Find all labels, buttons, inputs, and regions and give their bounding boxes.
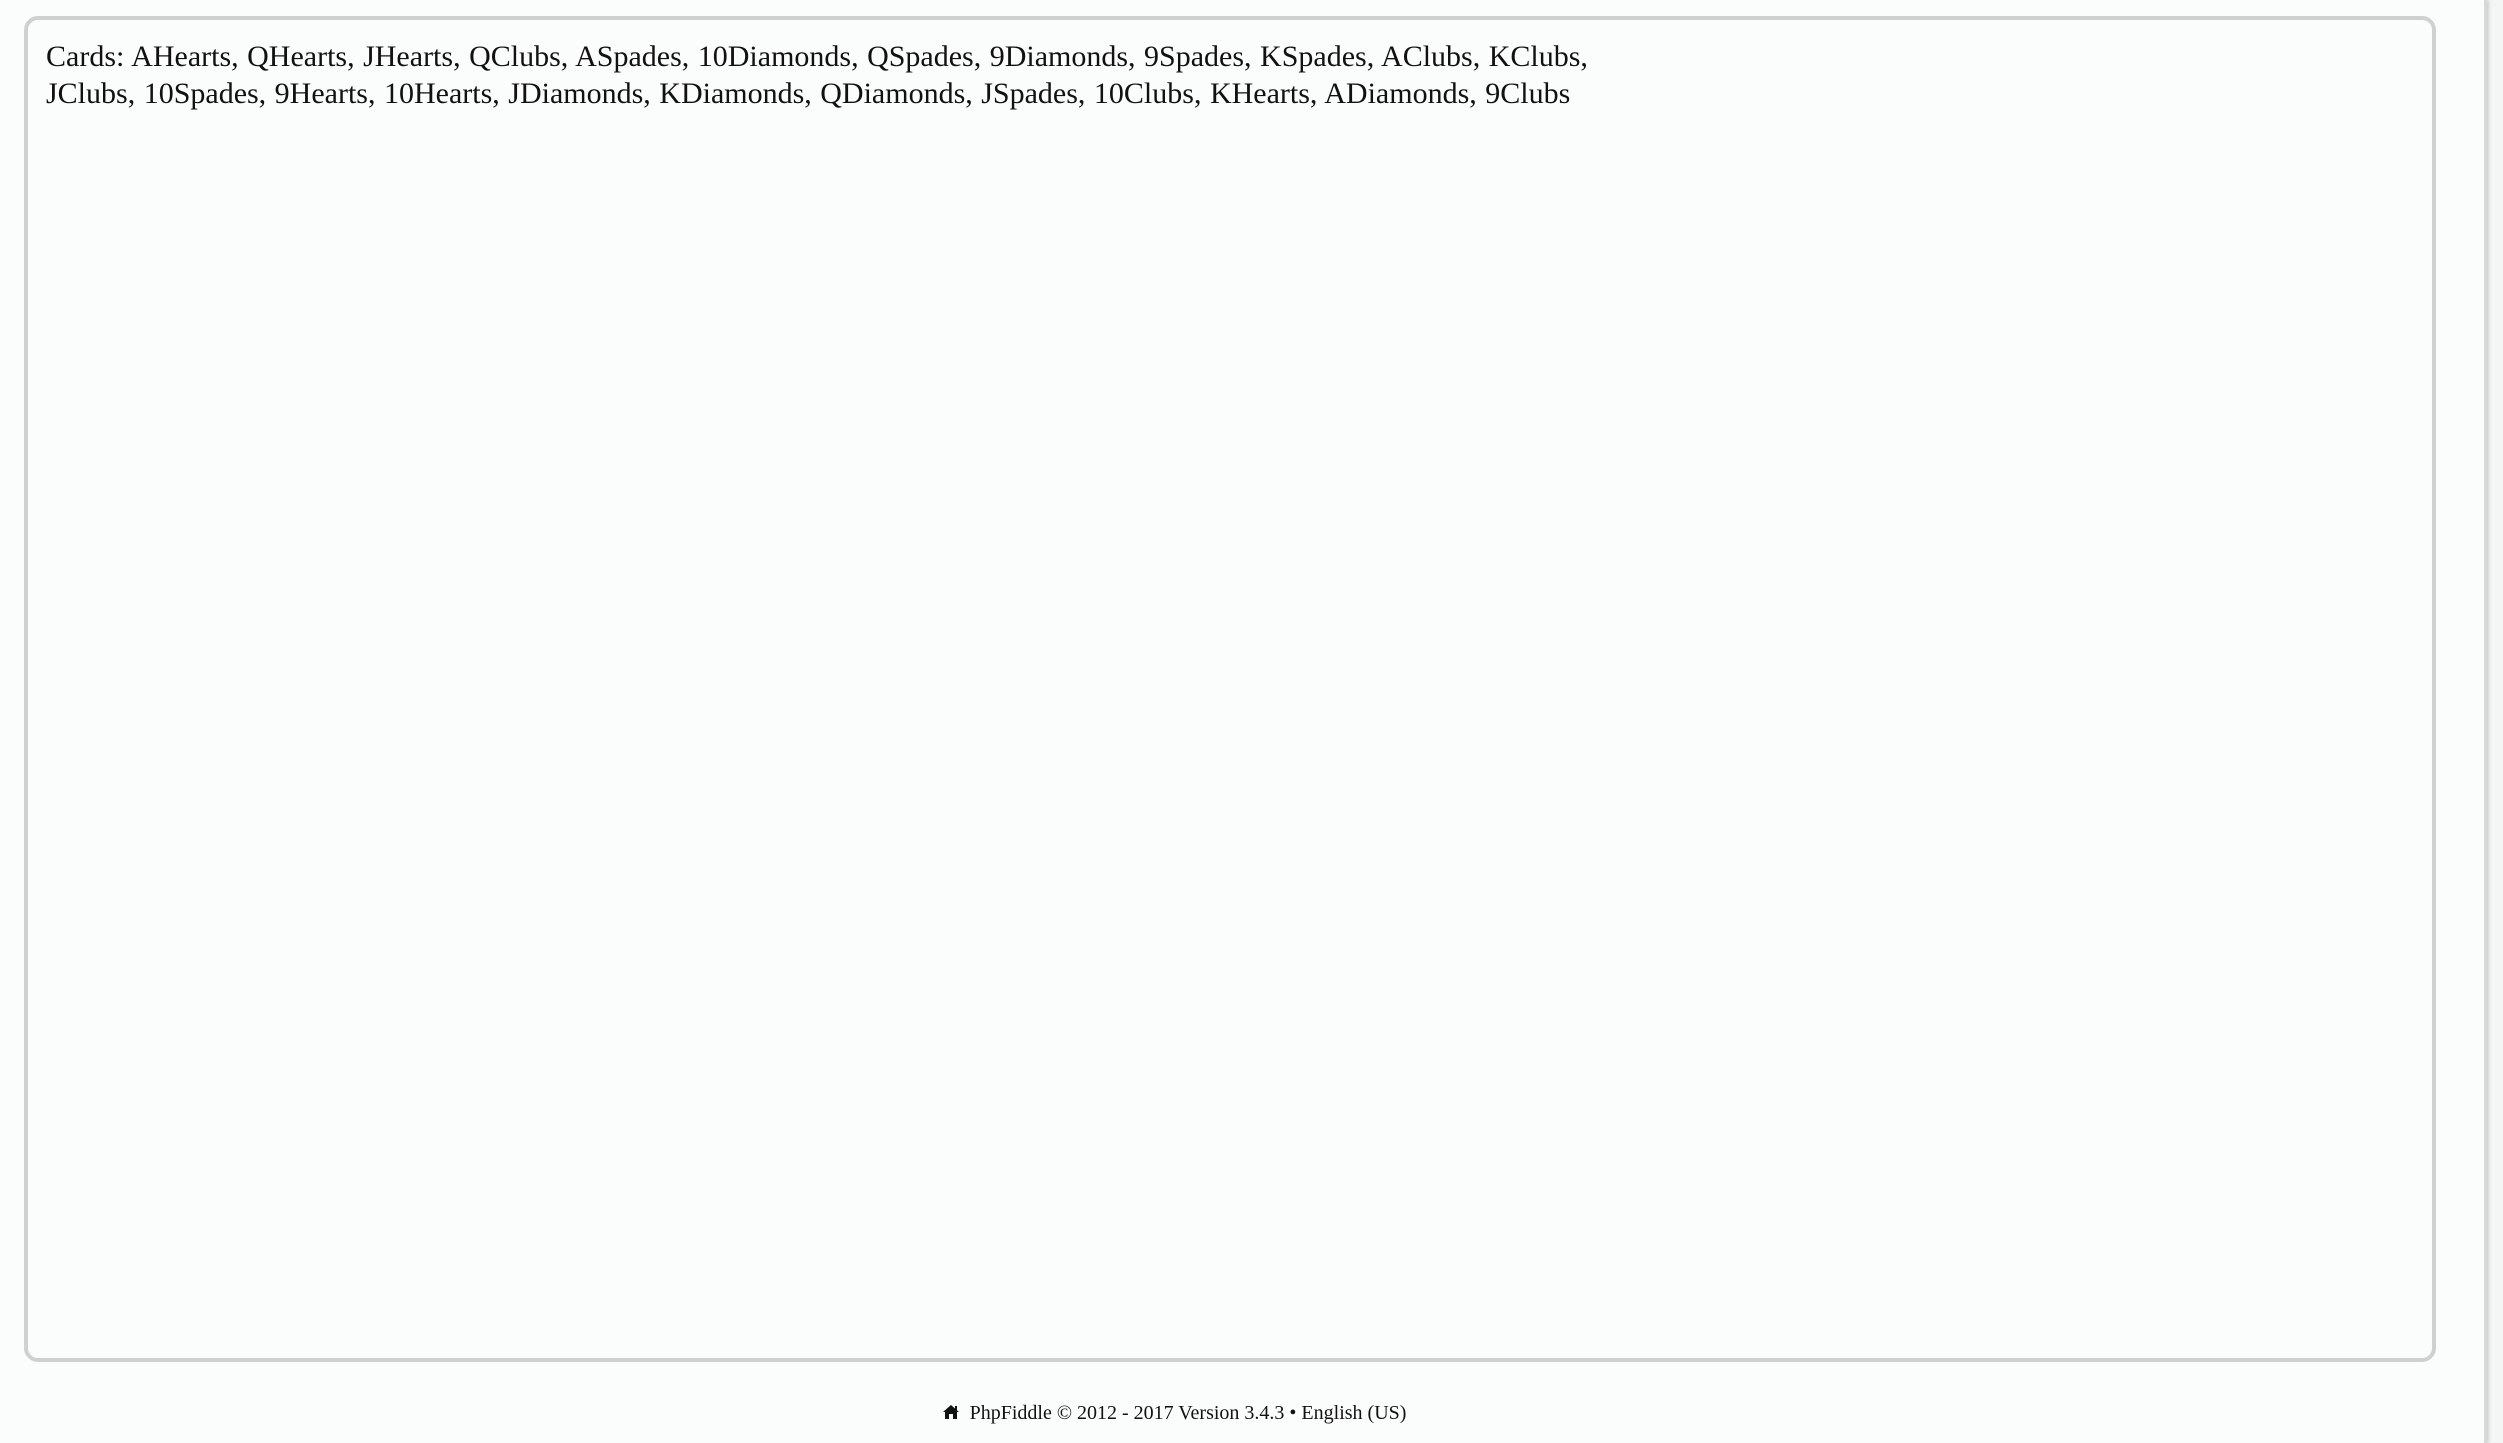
output-text: Cards: AHearts, QHearts, JHearts, QClubs… [46, 38, 1726, 112]
home-icon[interactable] [942, 1401, 960, 1427]
output-line-2: JClubs, 10Spades, 9Hearts, 10Hearts, JDi… [46, 77, 1571, 110]
footer: PhpFiddle © 2012 - 2017 Version 3.4.3 • … [0, 1400, 2348, 1427]
output-line-1: Cards: AHearts, QHearts, JHearts, QClubs… [46, 40, 1588, 73]
footer-text: PhpFiddle © 2012 - 2017 Version 3.4.3 • … [969, 1402, 1407, 1424]
output-panel: Cards: AHearts, QHearts, JHearts, QClubs… [24, 16, 2436, 1362]
